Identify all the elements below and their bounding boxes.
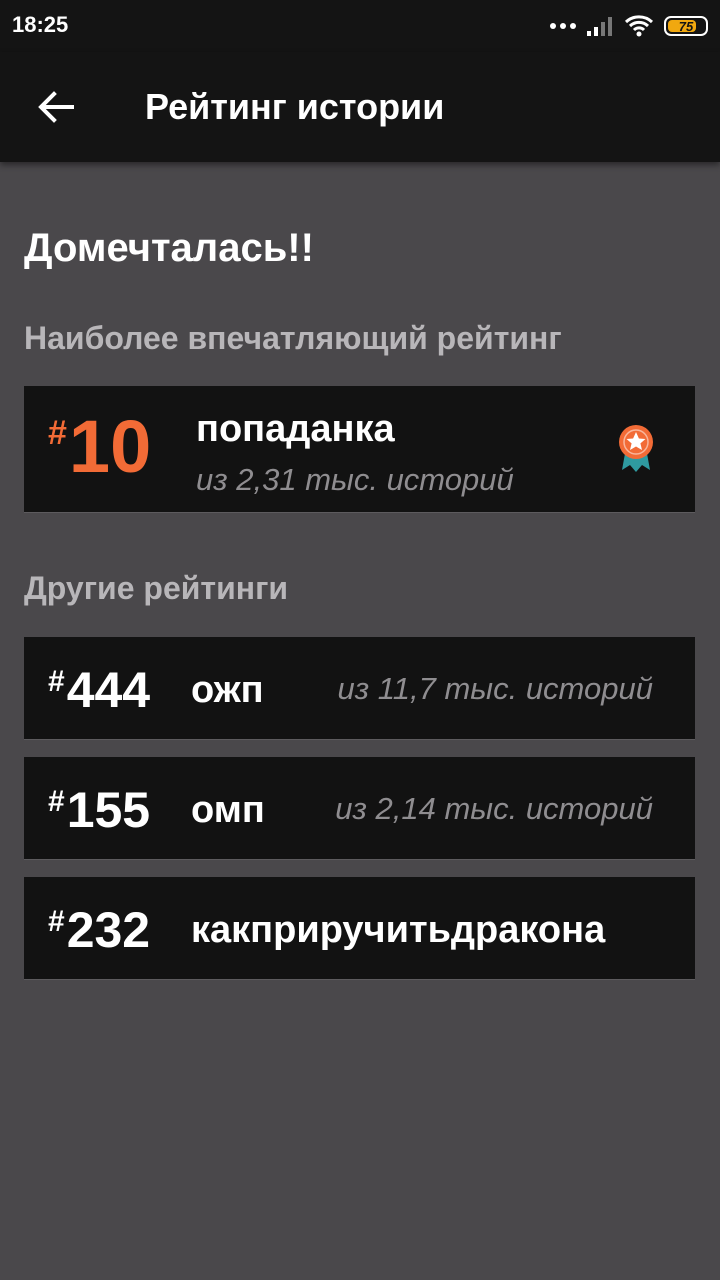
- rank-hash: #: [48, 785, 65, 818]
- status-time: 18:25: [12, 12, 69, 37]
- featured-ranking-card[interactable]: # 10 попаданка из 2,31 тыс. историй: [24, 386, 695, 513]
- arrow-left-icon: [38, 91, 74, 123]
- ranking-total: из 2,14 тыс. историй: [335, 791, 653, 826]
- status-bar: 18:25 75: [0, 0, 720, 52]
- featured-section-label: Наиболее впечатляющий рейтинг: [24, 320, 562, 356]
- featured-tag: попаданка: [196, 408, 395, 450]
- rank-hash: #: [48, 414, 67, 452]
- ranking-total: из 11,7 тыс. историй: [337, 671, 653, 706]
- rank-hash: #: [48, 665, 65, 698]
- wifi-icon: [624, 15, 654, 37]
- other-rankings-label: Другие рейтинги: [24, 570, 289, 606]
- back-button[interactable]: [24, 78, 88, 136]
- rank-number: 444: [66, 662, 151, 718]
- featured-total: из 2,31 тыс. историй: [196, 462, 514, 497]
- ranking-tag: омп: [191, 789, 265, 831]
- app-bar: Рейтинг истории: [0, 52, 720, 162]
- battery-icon: 75: [664, 16, 708, 36]
- battery-level: 75: [678, 18, 694, 34]
- story-title: Домечталась!!: [24, 226, 314, 270]
- rank-number: 155: [66, 782, 151, 838]
- medal-icon: [619, 425, 653, 472]
- ranking-card[interactable]: # 155 омп из 2,14 тыс. историй: [24, 757, 695, 860]
- ranking-tag: какприручитьдракона: [191, 909, 606, 951]
- ranking-card[interactable]: # 444 ожп из 11,7 тыс. историй: [24, 637, 695, 740]
- ranking-card[interactable]: # 232 какприручитьдракона: [24, 877, 695, 980]
- featured-rank: # 10: [48, 408, 151, 486]
- rank: # 444: [48, 661, 150, 719]
- rank-hash: #: [48, 905, 65, 938]
- rank: # 232: [48, 901, 150, 959]
- more-notifications-icon: [550, 23, 576, 29]
- status-icons: 75: [550, 13, 708, 39]
- rank-number: 10: [68, 405, 152, 488]
- page-title: Рейтинг истории: [145, 86, 445, 127]
- ranking-tag: ожп: [191, 669, 264, 711]
- signal-icon: [587, 17, 612, 36]
- rank: # 155: [48, 781, 150, 839]
- rank-number: 232: [66, 902, 151, 958]
